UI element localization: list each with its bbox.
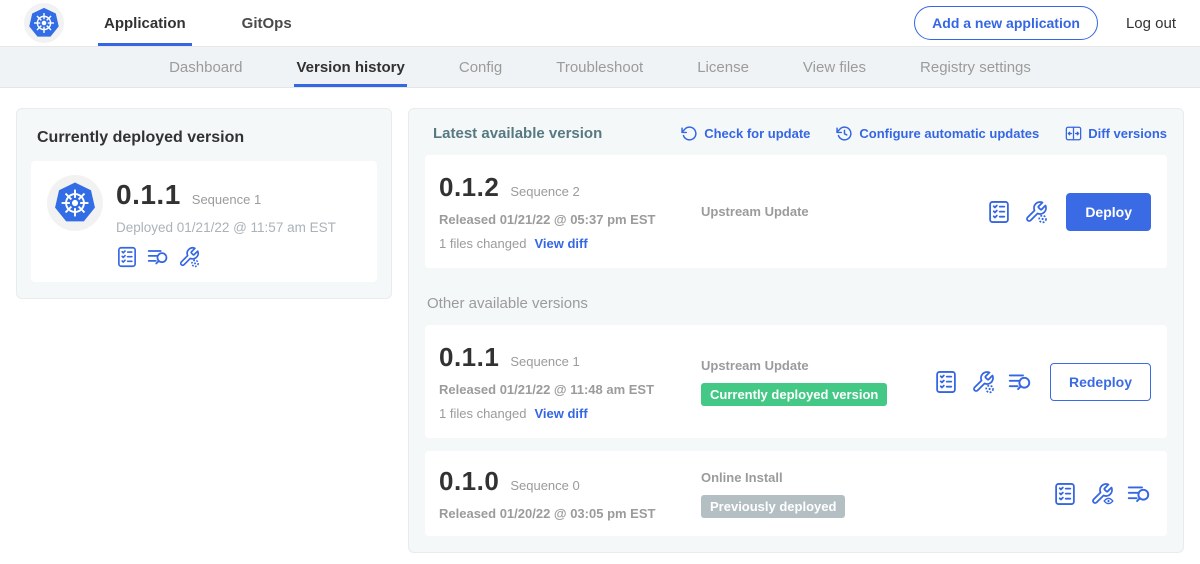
version-card-0-1-2: 0.1.2 Sequence 2 Released 01/21/22 @ 05:… [425,155,1167,268]
configure-automatic-updates-link[interactable]: Configure automatic updates [836,125,1039,142]
release-notes-icon[interactable] [116,246,138,268]
logout-button[interactable]: Log out [1126,15,1176,32]
view-diff-link[interactable]: View diff [534,236,587,251]
redeploy-button[interactable]: Redeploy [1050,363,1151,401]
diff-versions-link[interactable]: Diff versions [1065,125,1167,142]
kubernetes-logo [24,3,64,43]
diff-versions-label: Diff versions [1088,126,1167,141]
subtab-config[interactable]: Config [459,47,502,87]
deployed-sequence-label: Sequence 1 [192,192,261,207]
version-card-0-1-1: 0.1.1 Sequence 1 Released 01/21/22 @ 11:… [425,325,1167,438]
top-nav-tabs: Application GitOps [98,0,298,46]
auto-update-icon [836,125,853,142]
version-number: 0.1.1 [439,342,499,373]
diff-icon [1065,125,1082,142]
sequence-label: Sequence 0 [510,478,579,493]
app-sub-nav: Dashboard Version history Config Trouble… [0,47,1200,88]
config-eye-icon[interactable] [1090,482,1114,506]
check-for-update-link[interactable]: Check for update [681,125,810,142]
config-gear-icon[interactable] [178,246,200,268]
tab-gitops-label: GitOps [242,15,292,32]
top-nav: Application GitOps Add a new application… [0,0,1200,47]
subtab-registry-settings[interactable]: Registry settings [920,47,1031,87]
version-source-label: Online Install [701,470,1053,485]
tab-application[interactable]: Application [98,0,192,46]
tab-gitops[interactable]: GitOps [236,0,298,46]
released-timestamp: Released 01/21/22 @ 11:48 am EST [439,382,701,397]
deployed-version-number: 0.1.1 [116,179,181,211]
currently-deployed-panel: Currently deployed version 0.1.1 Sequenc… [16,108,392,299]
app-kubernetes-icon [47,175,103,231]
files-changed-label: 1 files changed [439,236,526,251]
version-card-0-1-0: 0.1.0 Sequence 0 Released 01/20/22 @ 03:… [425,451,1167,536]
deploy-button[interactable]: Deploy [1066,193,1151,231]
view-diff-link[interactable]: View diff [534,406,587,421]
version-number: 0.1.2 [439,172,499,203]
configure-automatic-updates-label: Configure automatic updates [859,126,1039,141]
other-versions-title: Other available versions [427,295,1167,312]
release-notes-icon[interactable] [987,200,1011,224]
sequence-label: Sequence 2 [510,184,579,199]
subtab-version-history[interactable]: Version history [296,47,404,87]
deployed-version-card: 0.1.1 Sequence 1 Deployed 01/21/22 @ 11:… [31,161,377,282]
subtab-license[interactable]: License [697,47,749,87]
release-notes-icon[interactable] [934,370,958,394]
deployed-panel-title: Currently deployed version [37,129,377,147]
subtab-view-files[interactable]: View files [803,47,866,87]
logs-icon[interactable] [1008,370,1032,394]
logs-icon[interactable] [147,246,169,268]
release-notes-icon[interactable] [1053,482,1077,506]
files-changed-label: 1 files changed [439,406,526,421]
version-source-label: Upstream Update [701,358,934,373]
subtab-troubleshoot[interactable]: Troubleshoot [556,47,643,87]
main-content: Currently deployed version 0.1.1 Sequenc… [0,88,1200,553]
previously-deployed-badge: Previously deployed [701,495,845,518]
subtab-dashboard[interactable]: Dashboard [169,47,242,87]
config-gear-icon[interactable] [971,370,995,394]
sequence-label: Sequence 1 [510,354,579,369]
version-source-label: Upstream Update [701,204,987,219]
version-number: 0.1.0 [439,466,499,497]
config-gear-icon[interactable] [1024,200,1048,224]
latest-available-title: Latest available version [433,125,602,142]
tab-application-label: Application [104,15,186,32]
refresh-icon [681,125,698,142]
released-timestamp: Released 01/20/22 @ 03:05 pm EST [439,506,701,521]
released-timestamp: Released 01/21/22 @ 05:37 pm EST [439,212,701,227]
logs-icon[interactable] [1127,482,1151,506]
add-new-application-button[interactable]: Add a new application [914,6,1098,40]
check-for-update-label: Check for update [704,126,810,141]
version-history-panel: Latest available version Check for updat… [408,108,1184,553]
currently-deployed-badge: Currently deployed version [701,383,887,406]
deployed-timestamp: Deployed 01/21/22 @ 11:57 am EST [116,220,336,235]
